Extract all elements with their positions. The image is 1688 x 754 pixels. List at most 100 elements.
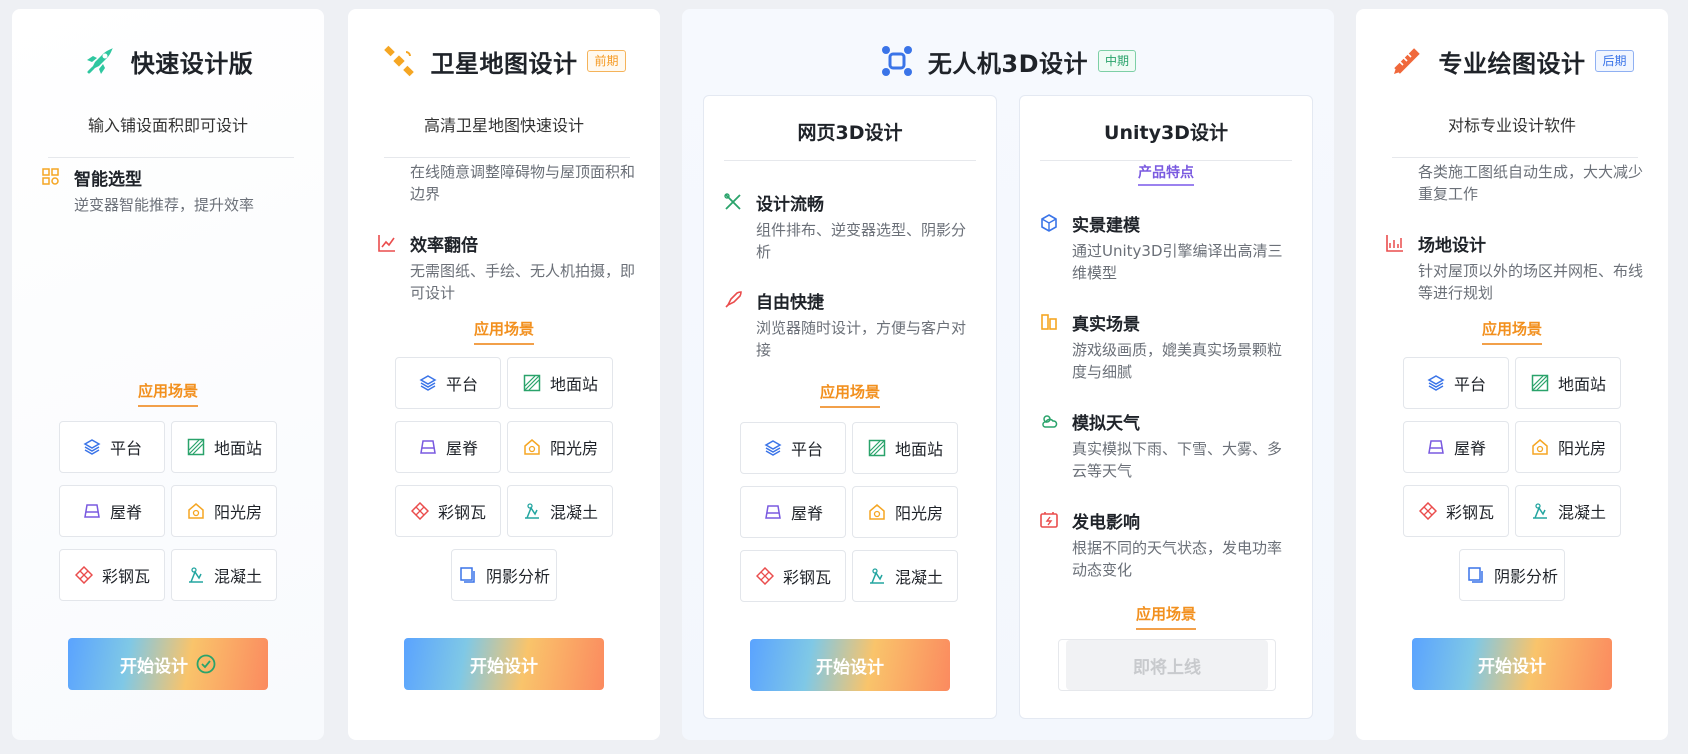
coming-soon-wrapper: 即将上线 [1058, 639, 1276, 691]
concrete-icon [1530, 501, 1550, 521]
ground-station-icon [867, 438, 887, 458]
feature-desc: 针对屋顶以外的场区并网柜、布线等进行规划 [1418, 262, 1644, 302]
feature-item: 各类施工图纸自动生成，大大减少重复工作 [1384, 157, 1648, 203]
stage-tag: 前期 [587, 50, 626, 72]
scene-chip-concrete[interactable]: 混凝土 [852, 550, 958, 602]
feature-item: 实景建模 通过Unity3D引擎编译出高清三维模型 [1038, 212, 1292, 284]
card-pro-design: 专业绘图设计 后期 对标专业设计软件 各类施工图纸自动生成，大大减少重复工作 场… [1356, 9, 1668, 740]
roof-ridge-icon [418, 437, 438, 457]
cube-icon [1038, 212, 1060, 234]
start-design-button[interactable]: 开始设计 [404, 638, 604, 690]
concrete-icon [522, 501, 542, 521]
steel-tile-icon [410, 501, 430, 521]
feature-item: 设计流畅 组件排布、逆变器选型、阴影分析 [722, 191, 976, 263]
card-title: 快速设计版 [130, 49, 254, 78]
divider [724, 160, 976, 161]
ground-station-icon [186, 437, 206, 457]
feature-desc: 无需图纸、手绘、无人机拍摄，即可设计 [410, 262, 636, 302]
feature-title: 场地设计 [1418, 235, 1486, 256]
feature-desc: 真实模拟下雨、下雪、大雾、多云等天气 [1072, 440, 1283, 480]
feature-item: 智能选型 逆变器智能推荐，提升效率 [40, 166, 304, 216]
divider [48, 157, 294, 158]
scene-label: 应用场景 [1356, 318, 1668, 345]
scene-chip-sunroom[interactable]: 阳光房 [507, 421, 613, 473]
unity-3d-panel: Unity3D设计 产品特点 实景建模 通过Unity3D引擎编译出高清三维模型… [1019, 95, 1313, 719]
card-header: 专业绘图设计 后期 [1356, 39, 1668, 83]
site-plan-icon [1384, 232, 1406, 254]
web-3d-panel: 网页3D设计 设计流畅 组件排布、逆变器选型、阴影分析 自由快捷 浏览器随时设计… [703, 95, 997, 719]
divider [1040, 160, 1292, 161]
scene-chip-ridge[interactable]: 屋脊 [59, 485, 165, 537]
sunroom-icon [867, 502, 887, 522]
scene-chip-platform[interactable]: 平台 [1403, 357, 1509, 409]
scene-chip-ground-station[interactable]: 地面站 [852, 422, 958, 474]
feature-desc: 逆变器智能推荐，提升效率 [74, 196, 255, 214]
shadow-analysis-icon [1466, 565, 1486, 585]
feature-item: 在线随意调整障碍物与屋顶面积和边界 [376, 157, 640, 203]
scene-chip-concrete[interactable]: 混凝土 [171, 549, 277, 601]
scene-chip-platform[interactable]: 平台 [395, 357, 501, 409]
feature-title: 自由快捷 [756, 292, 824, 313]
card-drone-design: 无人机3D设计 中期 网页3D设计 设计流畅 组件排布、逆变器选型、阴影分析 自… [682, 9, 1334, 740]
scene-chip-steel-tile[interactable]: 彩钢瓦 [59, 549, 165, 601]
scene-chip-concrete[interactable]: 混凝土 [507, 485, 613, 537]
coming-soon-button[interactable]: 即将上线 [1066, 640, 1268, 690]
feature-desc: 组件排布、逆变器选型、阴影分析 [756, 221, 967, 261]
scene-chip-platform[interactable]: 平台 [740, 422, 846, 474]
satellite-icon [382, 44, 416, 78]
rocket-icon [83, 44, 117, 78]
panel-title: 网页3D设计 [797, 122, 903, 144]
feature-title: 实景建模 [1072, 215, 1140, 236]
scene-chip-ridge[interactable]: 屋脊 [1403, 421, 1509, 473]
steel-tile-icon [755, 566, 775, 586]
feature-title: 发电影响 [1072, 512, 1140, 533]
rocket-outline-icon [722, 289, 744, 311]
concrete-icon [186, 565, 206, 585]
weather-icon [1038, 410, 1060, 432]
scene-label: 应用场景 [348, 318, 660, 345]
steel-tile-icon [1418, 501, 1438, 521]
card-header: 无人机3D设计 中期 [682, 39, 1334, 83]
feature-title: 真实场景 [1072, 314, 1140, 335]
scene-chip-ground-station[interactable]: 地面站 [1515, 357, 1621, 409]
start-design-button[interactable]: 开始设计 [750, 639, 950, 691]
feature-item: 模拟天气 真实模拟下雨、下雪、大雾、多云等天气 [1038, 410, 1292, 482]
stage-tag: 中期 [1098, 50, 1137, 72]
feature-desc: 在线随意调整障碍物与屋顶面积和边界 [410, 163, 636, 203]
scene-chip-sunroom[interactable]: 阳光房 [171, 485, 277, 537]
feature-item: 自由快捷 浏览器随时设计，方便与客户对接 [722, 289, 976, 361]
scene-chip-platform[interactable]: 平台 [59, 421, 165, 473]
sunroom-icon [186, 501, 206, 521]
scene-label: 应用场景 [1020, 603, 1312, 630]
scene-chip-ground-station[interactable]: 地面站 [171, 421, 277, 473]
scene-chip-steel-tile[interactable]: 彩钢瓦 [1403, 485, 1509, 537]
scene-chip-shadow-analysis[interactable]: 阴影分析 [451, 549, 557, 601]
card-title: 专业绘图设计 [1438, 49, 1586, 78]
scene-chip-ridge[interactable]: 屋脊 [740, 486, 846, 538]
layers-icon [763, 438, 783, 458]
scene-chip-ridge[interactable]: 屋脊 [395, 421, 501, 473]
scene-chip-sunroom[interactable]: 阳光房 [1515, 421, 1621, 473]
card-header: 卫星地图设计 前期 [348, 39, 660, 83]
scene-chip-sunroom[interactable]: 阳光房 [852, 486, 958, 538]
sunroom-icon [1530, 437, 1550, 457]
feature-desc: 浏览器随时设计，方便与客户对接 [756, 319, 967, 359]
scene-chip-concrete[interactable]: 混凝土 [1515, 485, 1621, 537]
card-subtitle: 输入铺设面积即可设计 [87, 116, 248, 135]
roof-ridge-icon [82, 501, 102, 521]
ground-station-icon [1530, 373, 1550, 393]
scene-chip-steel-tile[interactable]: 彩钢瓦 [740, 550, 846, 602]
scene-chip-ground-station[interactable]: 地面站 [507, 357, 613, 409]
layers-icon [1426, 373, 1446, 393]
feature-item: 真实场景 游戏级画质，媲美真实场景颗粒度与细腻 [1038, 311, 1292, 383]
scene-chip-shadow-analysis[interactable]: 阴影分析 [1459, 549, 1565, 601]
scene-chip-steel-tile[interactable]: 彩钢瓦 [395, 485, 501, 537]
concrete-icon [867, 566, 887, 586]
start-design-button[interactable]: 开始设计 [68, 638, 268, 690]
roof-ridge-icon [763, 502, 783, 522]
sunroom-icon [522, 437, 542, 457]
scene-building-icon [1038, 311, 1060, 333]
card-subtitle: 高清卫星地图快速设计 [423, 116, 584, 135]
feature-item: 场地设计 针对屋顶以外的场区并网柜、布线等进行规划 [1384, 232, 1648, 304]
start-design-button[interactable]: 开始设计 [1412, 638, 1612, 690]
